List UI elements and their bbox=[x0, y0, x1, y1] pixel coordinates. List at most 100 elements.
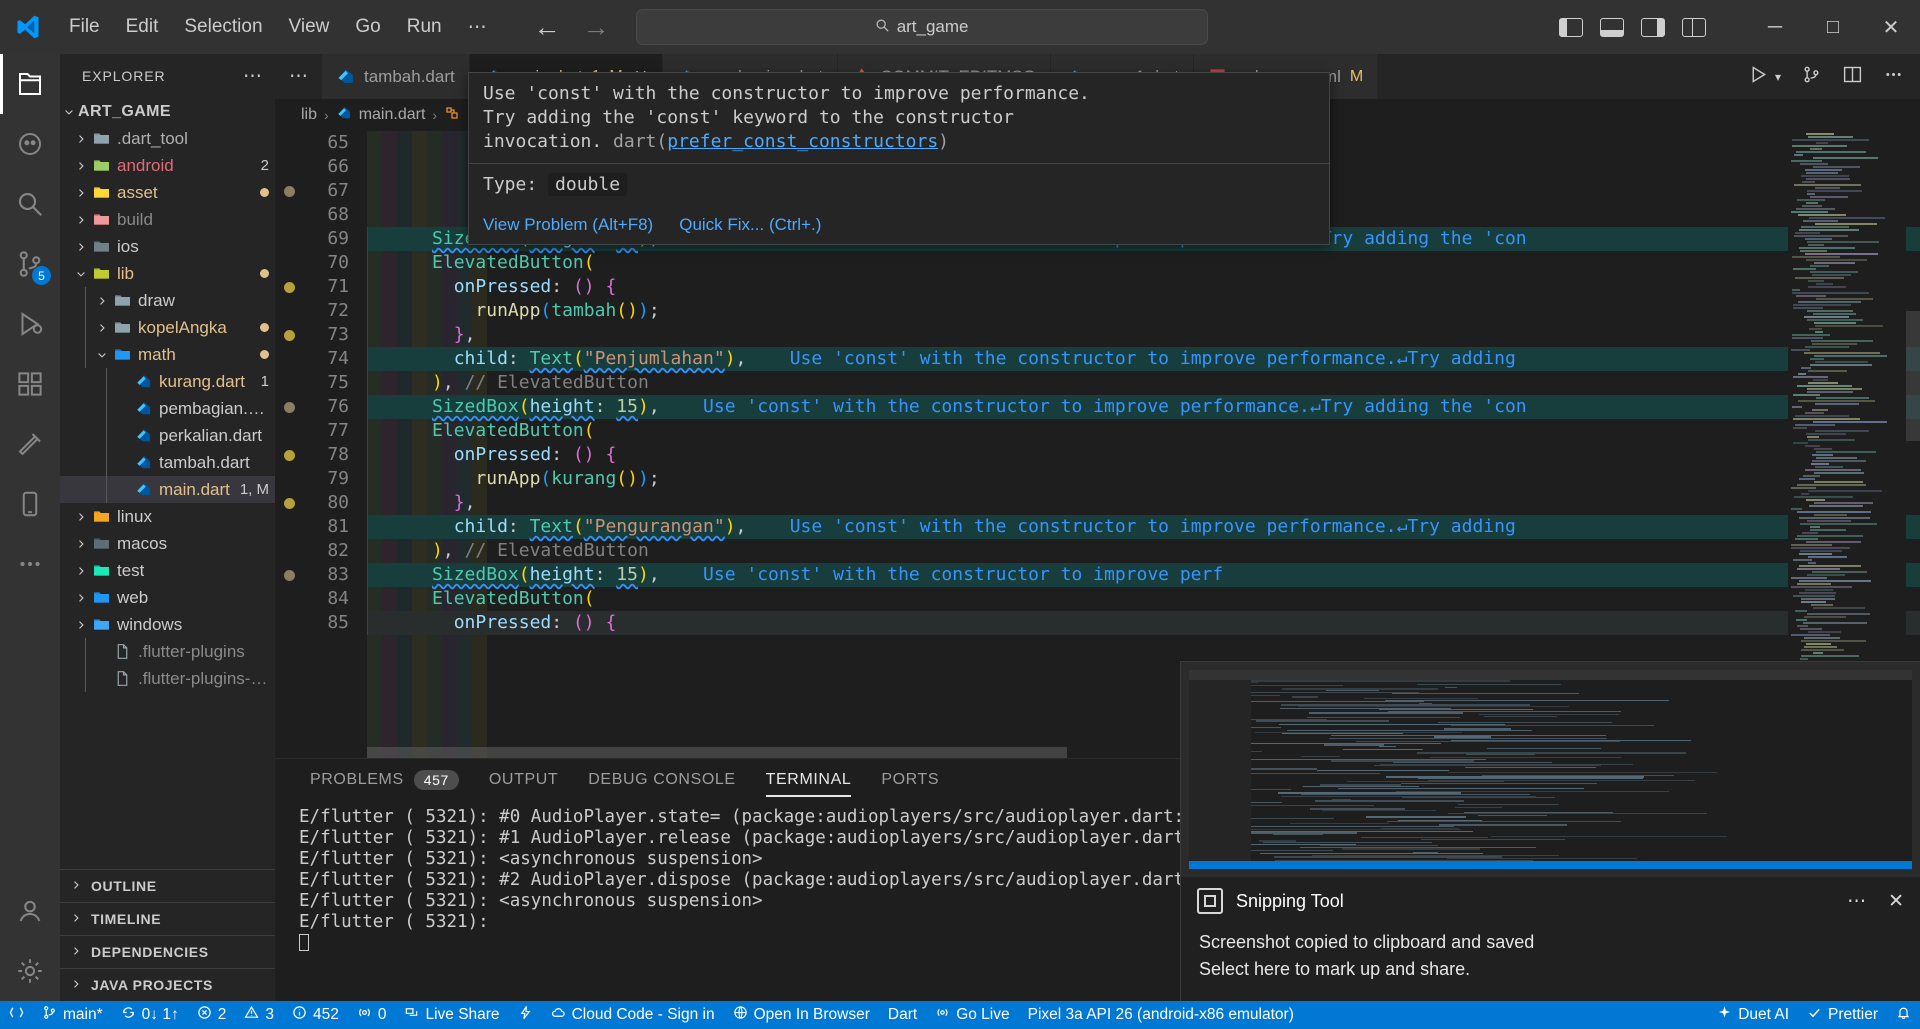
panel-tab-problems[interactable]: PROBLEMS 457 bbox=[295, 759, 474, 801]
chevron-right-icon[interactable] bbox=[72, 160, 90, 172]
chevron-right-icon[interactable] bbox=[93, 322, 111, 334]
chevron-down-icon[interactable] bbox=[72, 268, 90, 280]
status-3[interactable]: 3 bbox=[235, 1001, 283, 1029]
status-452[interactable]: 452 bbox=[283, 1001, 348, 1029]
code-line[interactable]: onPressed: () { bbox=[367, 443, 1920, 467]
code-line[interactable]: SizedBox(height: 15), Use 'const' with t… bbox=[367, 395, 1920, 419]
split-source-control-icon[interactable] bbox=[1801, 64, 1822, 90]
quick-fix-link[interactable]: Quick Fix... (Ctrl+.) bbox=[679, 213, 821, 237]
activity-remote-explorer[interactable] bbox=[0, 474, 60, 534]
activity-explorer[interactable] bbox=[0, 54, 60, 114]
activity-run-and-debug[interactable] bbox=[0, 294, 60, 354]
menu-go[interactable]: Go bbox=[342, 11, 393, 43]
panel-tab-ports[interactable]: PORTS bbox=[866, 759, 954, 801]
tree-item-pembagian-dart[interactable]: pembagian.dart bbox=[60, 395, 275, 422]
code-line[interactable]: }, bbox=[367, 491, 1920, 515]
customize-layout-icon[interactable] bbox=[1682, 17, 1706, 37]
breadcrumb-folder[interactable]: lib bbox=[301, 106, 317, 124]
tree-item-test[interactable]: test bbox=[60, 557, 275, 584]
activity-more[interactable] bbox=[0, 534, 60, 594]
chevron-right-icon[interactable] bbox=[72, 214, 90, 226]
code-line[interactable]: onPressed: () { bbox=[367, 275, 1920, 299]
activity-source-control[interactable]: 5 bbox=[0, 234, 60, 294]
code-line[interactable]: runApp(tambah()); bbox=[367, 299, 1920, 323]
tree-item--dart-tool[interactable]: .dart_tool bbox=[60, 125, 275, 152]
tree-item-perkalian-dart[interactable]: perkalian.dart bbox=[60, 422, 275, 449]
code-line[interactable]: SizedBox(height: 15), Use 'const' with t… bbox=[367, 563, 1920, 587]
menu-file[interactable]: File bbox=[56, 11, 113, 43]
chevron-down-icon[interactable] bbox=[93, 349, 111, 361]
run-icon[interactable] bbox=[1748, 64, 1769, 90]
chevron-right-icon[interactable] bbox=[72, 538, 90, 550]
tree-item-build[interactable]: build bbox=[60, 206, 275, 233]
breadcrumb-file[interactable]: main.dart bbox=[359, 106, 426, 124]
hscrollbar-thumb[interactable] bbox=[367, 747, 1067, 758]
sidebar-more-icon[interactable]: ⋯ bbox=[243, 65, 263, 88]
sidebar-section-timeline[interactable]: TIMELINE bbox=[60, 902, 275, 935]
status-main[interactable]: main* bbox=[33, 1001, 112, 1029]
breakpoint-glyph[interactable] bbox=[284, 282, 295, 293]
breakpoint-glyph[interactable] bbox=[284, 498, 295, 509]
activity-settings[interactable] bbox=[0, 941, 60, 1001]
sidebar-section-outline[interactable]: OUTLINE bbox=[60, 869, 275, 902]
tree-item-lib[interactable]: lib bbox=[60, 260, 275, 287]
status-go-live[interactable]: Go Live bbox=[926, 1001, 1018, 1029]
toggle-secondary-sidebar-icon[interactable] bbox=[1641, 17, 1665, 37]
status-0-1[interactable]: 0↓ 1↑ bbox=[112, 1001, 188, 1029]
snip-more-icon[interactable]: ⋯ bbox=[1847, 890, 1866, 913]
chevron-right-icon[interactable] bbox=[72, 565, 90, 577]
tree-item--flutter-plugins[interactable]: .flutter-plugins bbox=[60, 638, 275, 665]
tabs-overflow-icon[interactable]: ⋯ bbox=[275, 54, 322, 99]
chevron-right-icon[interactable] bbox=[72, 619, 90, 631]
activity-search[interactable] bbox=[0, 174, 60, 234]
chevron-right-icon[interactable] bbox=[72, 241, 90, 253]
activity-copilot[interactable] bbox=[0, 114, 60, 174]
status-duet-ai[interactable]: Duet AI bbox=[1708, 1001, 1798, 1029]
panel-tab-debug-console[interactable]: DEBUG CONSOLE bbox=[573, 759, 750, 801]
tree-root[interactable]: ART_GAME bbox=[60, 98, 275, 125]
code-line[interactable]: ElevatedButton( bbox=[367, 419, 1920, 443]
tree-item-windows[interactable]: windows bbox=[60, 611, 275, 638]
chevron-right-icon[interactable] bbox=[72, 187, 90, 199]
chevron-right-icon[interactable] bbox=[93, 295, 111, 307]
activity-extensions[interactable] bbox=[0, 354, 60, 414]
code-line[interactable]: child: Text("Pengurangan"), Use 'const' … bbox=[367, 515, 1920, 539]
chevron-right-icon[interactable] bbox=[72, 133, 90, 145]
breakpoint-glyph[interactable] bbox=[284, 330, 295, 341]
tree-item--flutter-plugins-de-[interactable]: .flutter-plugins-de… bbox=[60, 665, 275, 692]
status-remote-icon[interactable] bbox=[0, 1001, 33, 1029]
minimize-button[interactable]: ─ bbox=[1746, 0, 1804, 54]
toggle-panel-icon[interactable] bbox=[1600, 17, 1624, 37]
tree-item-draw[interactable]: draw bbox=[60, 287, 275, 314]
panel-tab-terminal[interactable]: TERMINAL bbox=[751, 759, 867, 801]
code-line[interactable]: ElevatedButton( bbox=[367, 251, 1920, 275]
more-actions-icon[interactable] bbox=[1883, 64, 1904, 90]
tree-item-kurang-dart[interactable]: kurang.dart 1 bbox=[60, 368, 275, 395]
scrollbar-thumb[interactable] bbox=[1906, 311, 1920, 441]
code-line[interactable]: onPressed: () { bbox=[367, 611, 1920, 635]
status-live-share[interactable]: Live Share bbox=[395, 1001, 508, 1029]
tree-item-macos[interactable]: macos bbox=[60, 530, 275, 557]
menu-more[interactable]: ⋯ bbox=[455, 11, 500, 44]
snipping-tool-notification[interactable]: Snipping Tool ⋯ ✕ Screenshot copied to c… bbox=[1180, 661, 1920, 1001]
status-pixel-3a-api-26-android-x86-emulator[interactable]: Pixel 3a API 26 (android-x86 emulator) bbox=[1019, 1001, 1303, 1029]
menu-edit[interactable]: Edit bbox=[113, 11, 172, 43]
sidebar-section-dependencies[interactable]: DEPENDENCIES bbox=[60, 935, 275, 968]
chevron-down-icon[interactable]: ▾ bbox=[1775, 70, 1781, 84]
hover-tooltip[interactable]: Use 'const' with the constructor to impr… bbox=[468, 72, 1330, 245]
chevron-right-icon[interactable] bbox=[72, 592, 90, 604]
snip-preview-image[interactable] bbox=[1181, 662, 1920, 877]
breakpoint-glyph[interactable] bbox=[284, 402, 295, 413]
code-line[interactable]: child: Text("Penjumlahan"), Use 'const' … bbox=[367, 347, 1920, 371]
status-bell-icon[interactable] bbox=[1887, 1001, 1920, 1029]
tree-item-android[interactable]: android 2 bbox=[60, 152, 275, 179]
command-center[interactable]: art_game bbox=[635, 9, 1208, 45]
sidebar-section-java-projects[interactable]: JAVA PROJECTS bbox=[60, 968, 275, 1001]
status-cloud-code-sign-in[interactable]: Cloud Code - Sign in bbox=[542, 1001, 724, 1029]
file-tree[interactable]: ART_GAME .dart_tool android 2 asset build… bbox=[60, 98, 275, 869]
tree-item-math[interactable]: math bbox=[60, 341, 275, 368]
close-button[interactable]: ✕ bbox=[1862, 0, 1920, 54]
breakpoint-glyph[interactable] bbox=[284, 450, 295, 461]
code-line[interactable]: ElevatedButton( bbox=[367, 587, 1920, 611]
status-dart[interactable]: Dart bbox=[879, 1001, 926, 1029]
